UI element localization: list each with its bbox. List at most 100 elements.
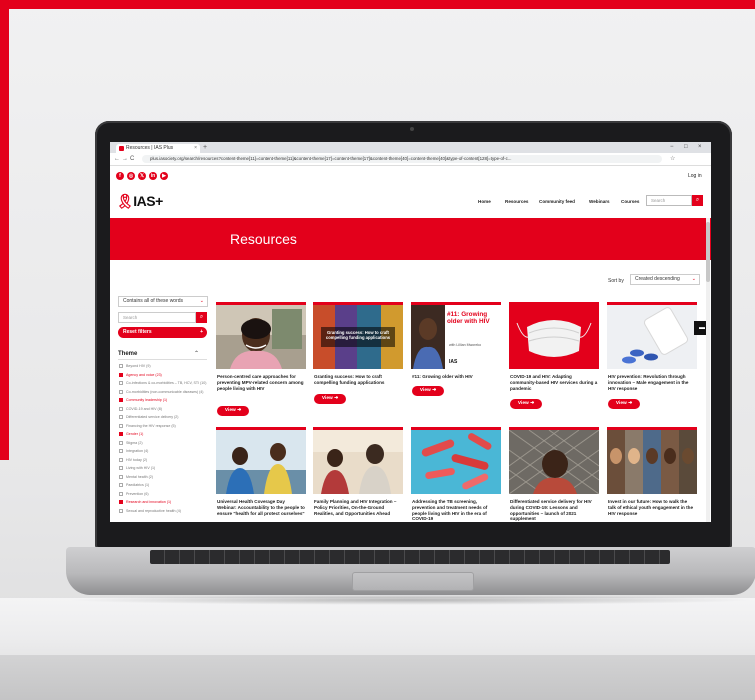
checkbox-unchecked[interactable]: [119, 491, 123, 496]
card-title[interactable]: #11: Growing older with HIV: [412, 374, 500, 380]
card-image[interactable]: Granting success: How to craft compellin…: [313, 305, 403, 369]
card-image[interactable]: [216, 430, 306, 494]
scrollbar-thumb[interactable]: [706, 222, 710, 282]
checkbox-unchecked[interactable]: [119, 423, 123, 428]
url-input[interactable]: plus.iasociety.org/search/resources?cont…: [142, 155, 662, 163]
theme-filter-item[interactable]: Differentiated service delivery (2): [119, 415, 178, 422]
card-title[interactable]: HIV prevention: Revolution through innov…: [608, 374, 696, 391]
card-image[interactable]: [509, 305, 599, 369]
nav-resources[interactable]: Resources: [505, 199, 529, 204]
view-label: View: [615, 401, 627, 406]
instagram-icon[interactable]: ◎: [127, 172, 135, 180]
browser-tab[interactable]: Resources | IAS Plus ×: [116, 144, 200, 153]
theme-filter-item[interactable]: Gender (1): [119, 432, 143, 439]
checkbox-unchecked[interactable]: [119, 474, 123, 479]
theme-filter-label: Mental health (2): [126, 474, 153, 479]
theme-filter-item[interactable]: Sexual and reproductive health (4): [119, 509, 181, 516]
nav-home[interactable]: Home: [478, 199, 491, 204]
theme-filter-item[interactable]: COVID-19 and HIV (8): [119, 407, 162, 414]
sort-select[interactable]: Created descending ⌄: [630, 274, 700, 285]
view-button[interactable]: View ➜: [608, 399, 640, 409]
chevron-up-icon[interactable]: ⌃: [194, 350, 199, 357]
theme-filter-item[interactable]: Financing the HIV response (5): [119, 424, 176, 431]
match-mode-select[interactable]: Contains all of these words ⌄: [118, 296, 208, 307]
card-title[interactable]: Invest in our future: How to walk the ta…: [608, 499, 696, 516]
checkbox-unchecked[interactable]: [119, 457, 123, 462]
card-image[interactable]: [411, 430, 501, 494]
facebook-icon[interactable]: f: [116, 172, 124, 180]
youtube-icon[interactable]: ▶: [160, 172, 168, 180]
linkedin-icon[interactable]: in: [149, 172, 157, 180]
card-title[interactable]: COVID-19 and HIV: Adapting community-bas…: [510, 374, 598, 391]
card-overlay-text: Granting success: How to craft compellin…: [325, 330, 391, 340]
checkbox-unchecked[interactable]: [119, 508, 123, 513]
theme-filter-item[interactable]: Prevention (6): [119, 492, 149, 499]
theme-filter-item[interactable]: Agency and voice (23): [119, 373, 162, 380]
card-image[interactable]: [216, 305, 306, 369]
checkbox-checked[interactable]: [119, 372, 123, 377]
view-label: View: [517, 401, 529, 406]
checkbox-unchecked[interactable]: [119, 415, 123, 420]
checkbox-checked[interactable]: [119, 500, 123, 505]
theme-filter-item[interactable]: Integration (4): [119, 449, 148, 456]
minimize-button[interactable]: −: [670, 143, 674, 152]
theme-filter-item[interactable]: Co-infections & co-morbidities – TB, HCV…: [119, 381, 207, 388]
nav-webinars[interactable]: Webinars: [589, 199, 610, 204]
checkbox-unchecked[interactable]: [119, 483, 123, 488]
arrow-right-icon: ➜: [237, 408, 242, 413]
card-title[interactable]: Granting success: How to craft compellin…: [314, 374, 402, 386]
checkbox-unchecked[interactable]: [119, 381, 123, 386]
theme-filter-item[interactable]: Co-morbidities (non-communicable disease…: [119, 390, 204, 397]
theme-filter-item[interactable]: Living with HIV (1): [119, 466, 155, 473]
site-logo[interactable]: 🎗IAS+: [116, 193, 163, 210]
login-link[interactable]: Log in: [688, 173, 702, 179]
close-window-button[interactable]: ×: [698, 143, 702, 152]
checkbox-checked[interactable]: [119, 432, 123, 437]
card-title[interactable]: Person-centred care approaches for preve…: [217, 374, 305, 391]
theme-filter-item[interactable]: Mental health (2): [119, 475, 153, 482]
maximize-button[interactable]: □: [684, 143, 688, 152]
checkbox-unchecked[interactable]: [119, 406, 123, 411]
nav-courses[interactable]: Courses: [621, 199, 639, 204]
bookmark-star-icon[interactable]: ☆: [670, 155, 675, 163]
checkbox-unchecked[interactable]: [119, 364, 123, 369]
card-title[interactable]: Universal Health Coverage Day Webinar: A…: [217, 499, 305, 516]
card-title[interactable]: Addressing the TB screening, prevention …: [412, 499, 500, 522]
new-tab-button[interactable]: +: [203, 143, 207, 152]
header-search-input[interactable]: Search: [646, 195, 692, 206]
card-image[interactable]: [313, 430, 403, 494]
filter-search-button[interactable]: ⌕: [196, 312, 207, 323]
view-button[interactable]: View ➜: [510, 399, 542, 409]
checkbox-unchecked[interactable]: [119, 466, 123, 471]
nav-community-feed[interactable]: Community feed: [539, 199, 575, 204]
theme-filter-item[interactable]: Stigma (2): [119, 441, 143, 448]
checkbox-checked[interactable]: [119, 398, 123, 403]
theme-filter-item[interactable]: HIV today (2): [119, 458, 147, 465]
view-button[interactable]: View ➜: [314, 394, 346, 404]
view-button[interactable]: View ➜: [217, 406, 249, 416]
x-twitter-icon[interactable]: 𝕏: [138, 172, 146, 180]
card-image[interactable]: [509, 430, 599, 494]
filter-search-input[interactable]: Search: [118, 312, 196, 323]
theme-filter-item[interactable]: Research and innovation (1): [119, 500, 171, 507]
tab-close-icon[interactable]: ×: [194, 144, 197, 153]
theme-filter-item[interactable]: Community leadership (1): [119, 398, 167, 405]
red-ribbon-icon: 🎗: [116, 193, 134, 209]
card-image[interactable]: [607, 305, 697, 369]
checkbox-unchecked[interactable]: [119, 440, 123, 445]
card-image[interactable]: #11: Growing older with HIV with Lillian…: [411, 305, 501, 369]
card-title[interactable]: Differentiated service delivery for HIV …: [510, 499, 598, 522]
view-button[interactable]: View ➜: [412, 386, 444, 396]
back-button[interactable]: ←: [114, 155, 120, 163]
card-title[interactable]: Family Planning and HIV Integration – Po…: [314, 499, 402, 516]
checkbox-unchecked[interactable]: [119, 449, 123, 454]
theme-heading: Theme: [118, 351, 138, 357]
reset-filters-button[interactable]: Reset filters +: [118, 327, 207, 338]
theme-filter-item[interactable]: Beyond HIV (9): [119, 364, 151, 371]
header-search-button[interactable]: ⌕: [692, 195, 703, 206]
forward-button[interactable]: →: [122, 155, 128, 163]
checkbox-unchecked[interactable]: [119, 389, 123, 394]
theme-filter-item[interactable]: Paediatrics (1): [119, 483, 149, 490]
card-image[interactable]: [607, 430, 697, 494]
reload-button[interactable]: C: [130, 155, 134, 163]
